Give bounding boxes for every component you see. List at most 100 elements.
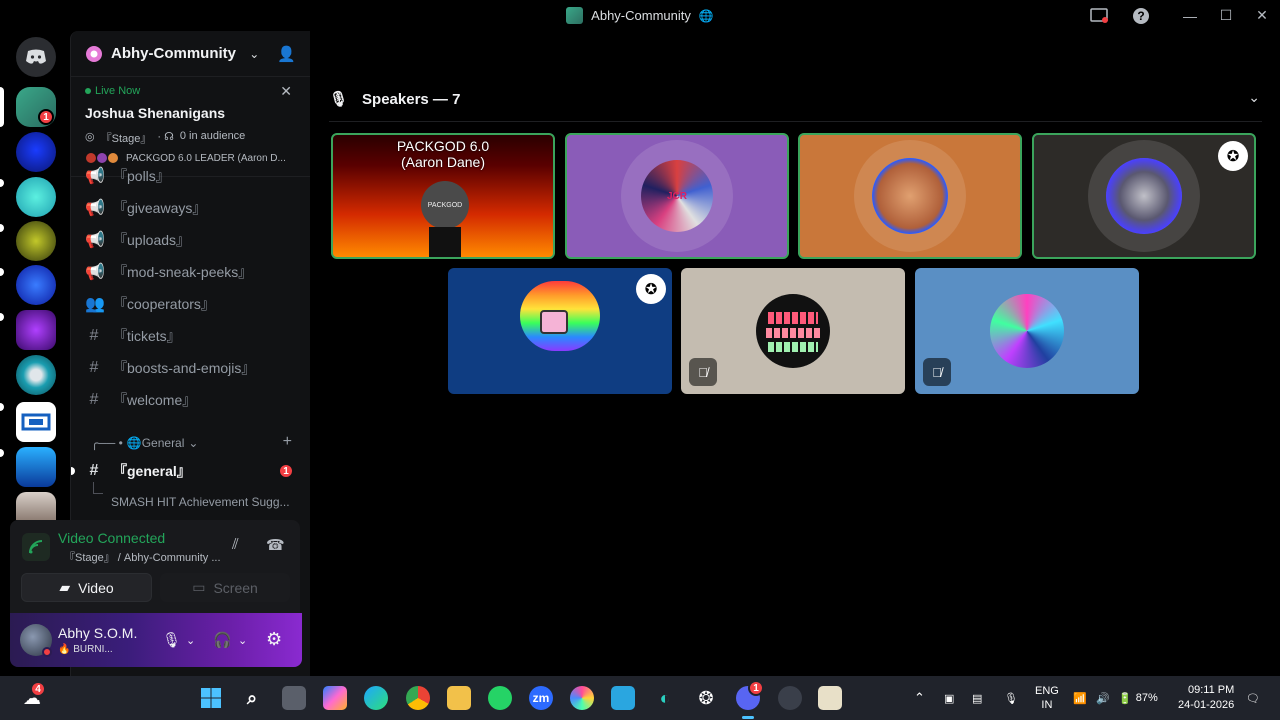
hash-icon: # — [89, 327, 99, 344]
battery-indicator[interactable]: 🔋 87% — [1118, 676, 1158, 720]
channel-general[interactable]: # 『general』 — [85, 460, 191, 482]
tile-title-line2: (Aaron Dane) — [400, 154, 486, 170]
signal-icon[interactable] — [22, 533, 50, 561]
speaker-tile-7[interactable]: 🎙̸ — [915, 268, 1139, 394]
headphones-icon[interactable]: 🎧 — [213, 631, 232, 649]
volume-icon[interactable]: 🔊 — [1096, 676, 1110, 720]
nyan-cat-icon — [540, 310, 568, 334]
whatsapp-icon[interactable] — [488, 686, 512, 710]
chatgpt-icon[interactable]: ❂ — [694, 686, 718, 710]
voice-status[interactable]: Video Connected — [58, 530, 165, 546]
speaker-tile-packgod[interactable]: PACKGOD 6.0 (Aaron Dane) PACKGOD — [331, 133, 555, 259]
speaker-tile-4[interactable]: ✪ — [1032, 133, 1256, 259]
server-icon-4[interactable] — [16, 221, 56, 261]
close-window-icon[interactable]: ✕ — [1244, 7, 1280, 24]
speaker-tile-2[interactable]: JCR — [565, 133, 789, 259]
gear-icon[interactable]: ⚙ — [266, 629, 282, 650]
server-icon-6[interactable] — [16, 310, 56, 350]
speaker-tile-3[interactable] — [798, 133, 1022, 259]
task-view-icon[interactable] — [282, 686, 306, 710]
app-icon[interactable] — [778, 686, 802, 710]
chevron-down-icon[interactable]: ⌄ — [186, 634, 195, 647]
voice-location[interactable]: 『Stage』 / Abhy-Community ... — [64, 549, 221, 565]
search-icon[interactable]: ⌕ — [240, 686, 264, 710]
channel-boosts-and-emojis[interactable]: # 『boosts-and-emojis』 — [85, 357, 256, 379]
muted-mic-icon: 🎙̸ — [689, 358, 717, 386]
add-channel-icon[interactable]: + — [283, 433, 292, 451]
speaker-tile-5[interactable]: ✪ — [448, 268, 672, 394]
server-header[interactable]: Abhy-Community ... ⌄ 👤 — [71, 31, 310, 77]
zoom-icon[interactable]: zm — [529, 686, 553, 710]
avatar — [756, 294, 830, 368]
channel-giveaways[interactable]: 📢 『giveaways』 — [85, 197, 206, 219]
clock[interactable]: 09:11 PM 24-01-2026 — [1178, 676, 1234, 720]
chevron-down-icon: ⌄ — [188, 436, 199, 450]
app-icon[interactable] — [570, 686, 594, 710]
avatar-body — [429, 227, 461, 257]
channel-welcome[interactable]: # 『welcome』 — [85, 389, 197, 411]
chevron-down-icon[interactable]: ⌄ — [249, 47, 259, 61]
chevron-down-icon[interactable]: ⌄ — [1248, 89, 1260, 106]
microphone-icon[interactable]: 🎙 — [1004, 676, 1018, 720]
show-hidden-icons[interactable]: ⌃ — [914, 676, 925, 720]
microphone-icon[interactable]: 🎙 — [162, 631, 181, 649]
avatar: JCR — [641, 160, 713, 232]
avatar-pattern — [766, 328, 820, 338]
selected-server-indicator — [0, 87, 4, 127]
notifications-icon[interactable]: 🗨 — [1246, 676, 1260, 720]
close-icon[interactable]: ✕ — [280, 83, 292, 100]
thread-item[interactable]: SMASH HIT Achievement Sugg... — [111, 491, 290, 513]
wifi-icon[interactable]: 📶 — [1073, 676, 1087, 720]
server-icon-2[interactable] — [16, 132, 56, 172]
server-icon-3[interactable] — [16, 177, 56, 217]
window-title-text: Abhy-Community — [591, 8, 691, 23]
file-explorer-icon[interactable] — [447, 686, 471, 710]
app-icon[interactable] — [611, 686, 635, 710]
speaker-tile-6[interactable]: 🎙̸ — [681, 268, 905, 394]
category-general[interactable]: ╭── • 🌐General ⌄ — [91, 432, 198, 454]
server-icon-10[interactable] — [16, 492, 56, 520]
megaphone-icon: 📢 — [85, 264, 105, 281]
server-icon-8[interactable] — [16, 402, 56, 442]
channel-tickets[interactable]: # 『tickets』 — [85, 325, 181, 347]
windows-start-icon[interactable] — [199, 686, 223, 710]
notification-badge: 4 — [30, 681, 46, 697]
username[interactable]: Abhy S.O.M. — [58, 625, 137, 641]
live-now-label: Live Now — [85, 85, 296, 97]
server-icon-5[interactable] — [16, 265, 56, 305]
language-indicator[interactable]: ENG IN — [1035, 676, 1059, 720]
disconnect-icon[interactable]: ☎ — [266, 536, 285, 554]
muted-mic-icon: 🎙̸ — [923, 358, 951, 386]
minimize-icon[interactable]: — — [1172, 8, 1208, 24]
copilot-icon[interactable] — [323, 686, 347, 710]
notepad-icon[interactable] — [818, 686, 842, 710]
video-button[interactable]: ▰ Video — [21, 573, 152, 602]
server-icon-9[interactable] — [16, 447, 56, 487]
avatar — [872, 158, 948, 234]
channel-mod-sneak-peeks[interactable]: 📢 『mod-sneak-peeks』 — [85, 261, 252, 283]
tray-icon[interactable]: ▤ — [972, 676, 982, 720]
channel-uploads[interactable]: 📢 『uploads』 — [85, 229, 190, 251]
time: 09:11 PM — [1188, 684, 1235, 696]
chevron-down-icon[interactable]: ⌄ — [238, 634, 247, 647]
screen-share-button[interactable]: ▭ Screen — [160, 573, 290, 602]
edge-icon[interactable] — [364, 686, 388, 710]
channel-cooperators[interactable]: 👥 『cooperators』 — [85, 293, 215, 315]
avatar — [1106, 158, 1182, 234]
maximize-icon[interactable]: ☐ — [1208, 7, 1244, 24]
invite-people-icon[interactable]: 👤 — [277, 45, 296, 63]
inbox-icon[interactable] — [1089, 6, 1109, 26]
screen-share-icon: ▭ — [192, 579, 206, 595]
server-icon-7[interactable] — [16, 355, 56, 395]
speakers-header[interactable]: 🎙 Speakers — 7 — [329, 90, 460, 109]
live-stage-banner[interactable]: Live Now Joshua Shenanigans ◎ 『Stage』 · … — [71, 77, 310, 177]
help-icon[interactable]: ? — [1131, 6, 1151, 26]
channel-polls[interactable]: 📢 『polls』 — [85, 165, 170, 187]
noise-suppression-icon[interactable]: ⫽ — [232, 536, 239, 553]
audience-count: 0 in audience — [179, 130, 246, 142]
stage-icon: ◎ — [85, 131, 95, 143]
chrome-icon[interactable] — [406, 686, 430, 710]
tray-icon[interactable]: ▣ — [944, 676, 954, 720]
app-icon[interactable]: ◐ — [653, 686, 677, 710]
discord-home-icon[interactable] — [16, 37, 56, 77]
